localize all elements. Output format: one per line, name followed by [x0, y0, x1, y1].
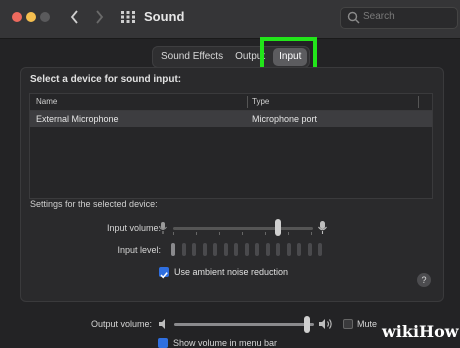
level-meter-bar [244, 243, 249, 256]
checkmark-icon [160, 272, 168, 279]
back-chevron-icon[interactable] [68, 8, 82, 26]
level-meter-bar [318, 243, 322, 256]
level-meter-bar [255, 243, 259, 256]
slider-tick [219, 232, 220, 235]
help-button[interactable]: ? [417, 273, 431, 287]
ambient-noise-checkbox[interactable] [159, 267, 169, 279]
zoom-window-button[interactable] [40, 12, 50, 22]
input-volume-label: Input volume: [106, 223, 161, 233]
mute-checkbox[interactable] [343, 319, 353, 329]
level-meter-bar [286, 243, 291, 256]
input-volume-thumb[interactable] [275, 219, 281, 236]
slider-tick [288, 232, 289, 235]
title-bar: Sound Search [0, 0, 460, 39]
search-icon [347, 11, 360, 24]
column-header-name[interactable]: Name [36, 97, 57, 106]
level-meter-bar [265, 243, 270, 256]
search-input[interactable]: Search [340, 7, 458, 29]
window-title: Sound [144, 9, 185, 24]
column-divider[interactable] [418, 96, 419, 108]
input-volume-slider[interactable] [173, 227, 313, 230]
microphone-small-icon [159, 222, 167, 234]
slider-tick [311, 232, 312, 235]
output-volume-slider[interactable] [174, 323, 314, 326]
slider-tick [196, 232, 197, 235]
table-row[interactable]: External Microphone Microphone port [30, 111, 432, 127]
ambient-noise-label: Use ambient noise reduction [174, 267, 289, 277]
speaker-high-icon [319, 319, 332, 329]
mute-label: Mute [357, 319, 378, 329]
minimize-window-button[interactable] [26, 12, 36, 22]
device-table: Name Type External Microphone Microphone… [29, 93, 433, 199]
device-type: Microphone port [252, 114, 318, 124]
device-name: External Microphone [36, 114, 119, 124]
show-volume-menubar-label: Show volume in menu bar [173, 338, 278, 348]
speaker-low-icon [159, 319, 165, 329]
column-divider[interactable] [247, 96, 248, 108]
output-volume-thumb[interactable] [304, 316, 310, 333]
show-all-grid-icon[interactable] [120, 10, 136, 24]
tab-sound-effects[interactable]: Sound Effects [155, 48, 229, 66]
level-meter-bar [213, 243, 217, 256]
show-volume-menubar-checkbox[interactable] [158, 338, 168, 348]
slider-tick [242, 232, 243, 235]
column-header-type[interactable]: Type [252, 97, 269, 106]
settings-heading: Settings for the selected device: [30, 199, 158, 209]
level-meter-bar [192, 243, 196, 256]
level-meter-bar [307, 243, 312, 256]
forward-chevron-icon[interactable] [92, 8, 106, 26]
input-level-label: Input level: [117, 245, 161, 255]
slider-tick [173, 232, 174, 235]
device-select-heading: Select a device for sound input: [30, 74, 182, 85]
level-meter-bar [181, 243, 186, 256]
microphone-large-icon [318, 221, 327, 234]
level-meter-bar [297, 243, 301, 256]
level-meter-bar [234, 243, 238, 256]
level-meter-bar [202, 243, 207, 256]
search-placeholder: Search [363, 11, 395, 22]
output-volume-label: Output volume: [90, 319, 152, 329]
level-meter-bar [171, 243, 175, 256]
table-header: Name Type [30, 94, 432, 111]
slider-tick [265, 232, 266, 235]
level-meter-bar [276, 243, 280, 256]
input-panel: Select a device for sound input: Name Ty… [20, 67, 444, 302]
close-window-button[interactable] [12, 12, 22, 22]
wikihow-watermark: wikiHow [382, 322, 459, 341]
level-meter-bar [223, 243, 228, 256]
